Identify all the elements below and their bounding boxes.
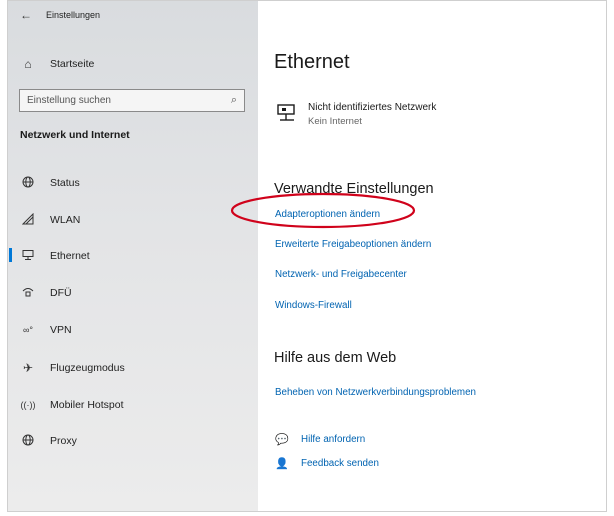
sidebar-item-label: VPN: [50, 324, 72, 336]
advanced-sharing-link[interactable]: Erweiterte Freigabeoptionen ändern: [275, 239, 431, 250]
feedback-icon: 👤: [275, 458, 289, 470]
network-icon: [276, 102, 298, 124]
sidebar-item-proxy[interactable]: Proxy: [8, 430, 258, 452]
sidebar-item-ethernet[interactable]: Ethernet: [8, 245, 258, 267]
sidebar-item-label: WLAN: [50, 214, 81, 226]
search-icon[interactable]: ⌕: [231, 94, 237, 107]
sidebar-item-status[interactable]: Status: [8, 172, 258, 194]
airplane-icon: ✈: [22, 361, 34, 375]
sidebar-item-vpn[interactable]: ∞° VPN: [8, 319, 258, 341]
search-input[interactable]: [27, 95, 207, 106]
back-arrow-icon[interactable]: ←: [14, 8, 38, 22]
annotation-circle: [230, 192, 416, 229]
sidebar-item-label: Mobiler Hotspot: [50, 399, 124, 411]
network-status: Nicht identifiziertes Netzwerk Kein Inte…: [276, 102, 436, 127]
title-bar: ← Einstellungen: [8, 1, 258, 29]
web-help-heading: Hilfe aus dem Web: [274, 350, 397, 366]
feedback-row[interactable]: 👤 Feedback senden: [275, 457, 379, 470]
help-chat-icon: 💬: [275, 434, 289, 446]
network-name: Nicht identifiziertes Netzwerk: [308, 102, 437, 113]
settings-window: ← Einstellungen ⌂ Startseite ⌕ Netzwerk …: [7, 0, 607, 512]
sidebar-item-label: DFÜ: [50, 287, 72, 299]
get-help-link[interactable]: Hilfe anfordern: [301, 434, 365, 445]
dialup-icon: [20, 286, 36, 301]
sidebar: ← Einstellungen ⌂ Startseite ⌕ Netzwerk …: [8, 1, 258, 511]
window-title: Einstellungen: [46, 10, 101, 20]
sidebar-item-label: Ethernet: [50, 250, 90, 262]
windows-firewall-link[interactable]: Windows-Firewall: [275, 300, 352, 311]
network-sharing-center-link[interactable]: Netzwerk- und Freigabecenter: [275, 269, 407, 280]
vpn-icon: ∞°: [22, 325, 33, 335]
page-title: Ethernet: [274, 51, 350, 73]
sidebar-home-label: Startseite: [50, 58, 95, 70]
hotspot-icon: ((·)): [20, 400, 36, 410]
main-pane: Ethernet Nicht identifiziertes Netzwerk …: [258, 1, 606, 511]
troubleshoot-link[interactable]: Beheben von Netzwerkverbindungsproblemen: [275, 387, 476, 398]
sidebar-item-label: Status: [50, 177, 80, 189]
globe-icon: [20, 176, 36, 191]
sidebar-item-label: Proxy: [50, 435, 77, 447]
ethernet-icon: [20, 249, 36, 264]
sidebar-item-wlan[interactable]: WLAN: [8, 209, 258, 231]
sidebar-item-flugzeugmodus[interactable]: ✈ Flugzeugmodus: [8, 357, 258, 379]
feedback-link[interactable]: Feedback senden: [301, 458, 379, 469]
wifi-icon: [20, 212, 36, 228]
sidebar-item-label: Flugzeugmodus: [50, 362, 125, 374]
sidebar-item-dfue[interactable]: DFÜ: [8, 282, 258, 304]
network-status-text: Kein Internet: [308, 116, 362, 127]
section-heading: Netzwerk und Internet: [20, 129, 130, 141]
globe-icon: [20, 434, 36, 449]
sidebar-home[interactable]: ⌂ Startseite: [8, 53, 258, 75]
sidebar-item-hotspot[interactable]: ((·)) Mobiler Hotspot: [8, 394, 258, 416]
home-icon: ⌂: [24, 57, 32, 71]
search-box[interactable]: ⌕: [19, 89, 245, 112]
get-help-row[interactable]: 💬 Hilfe anfordern: [275, 433, 365, 446]
